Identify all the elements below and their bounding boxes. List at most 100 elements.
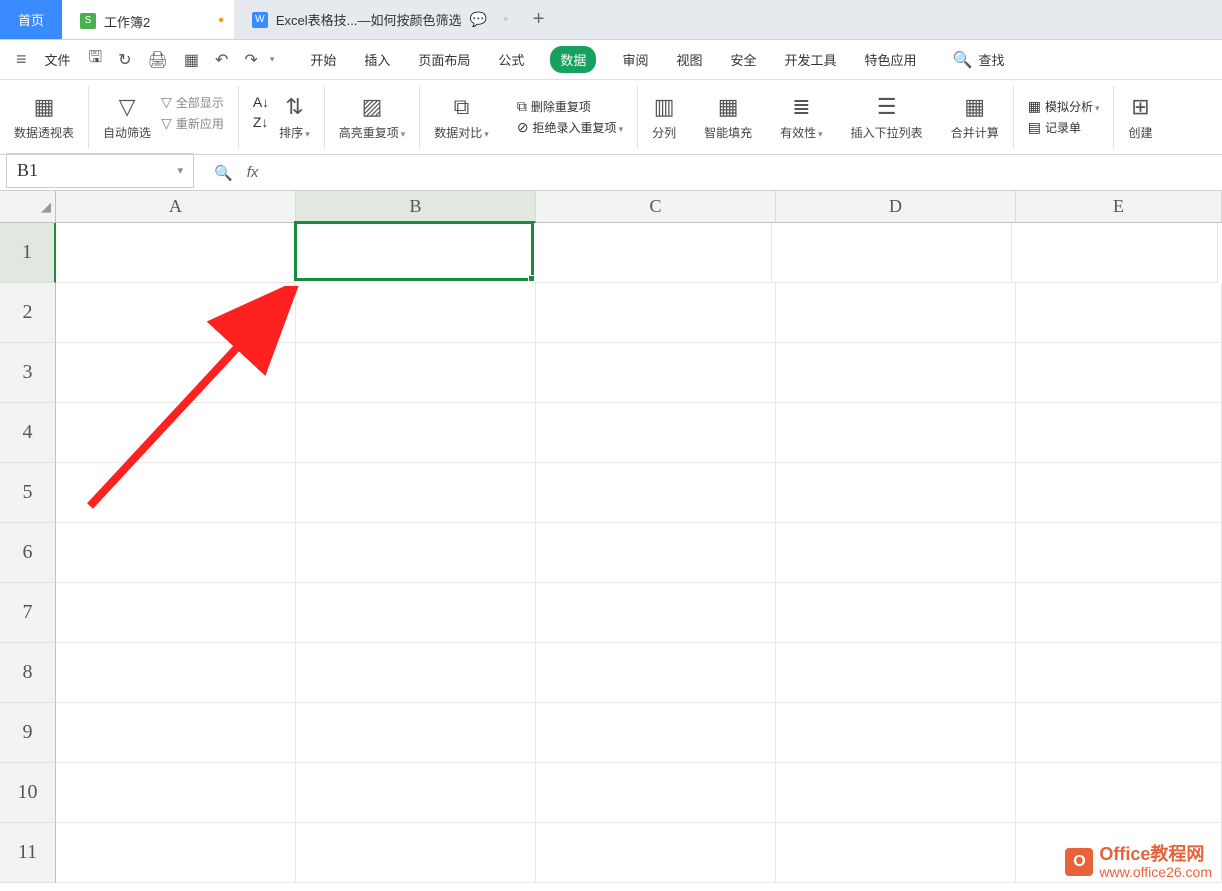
reject-dup-button[interactable]: ⊘ 拒绝录入重复项▾ [517, 119, 623, 136]
cell-C3[interactable] [536, 343, 776, 403]
row-header-4[interactable]: 4 [0, 403, 56, 463]
pivot-button[interactable]: ▦ 数据透视表 [14, 94, 74, 141]
record-button[interactable]: ▤ 记录单 [1028, 119, 1100, 136]
menu-tab-dev[interactable]: 开发工具 [782, 46, 838, 73]
sort-button[interactable]: ⇅ 排序▾ [279, 94, 310, 141]
cell-D3[interactable] [776, 343, 1016, 403]
consolidate-button[interactable]: ▦ 合并计算 [951, 94, 999, 141]
cell-A3[interactable] [56, 343, 296, 403]
cell-B4[interactable] [296, 403, 536, 463]
cell-E8[interactable] [1016, 643, 1222, 703]
create-button[interactable]: ⊞ 创建 [1128, 94, 1152, 141]
menu-tab-review[interactable]: 审阅 [620, 46, 650, 73]
cell-B6[interactable] [296, 523, 536, 583]
cell-E10[interactable] [1016, 763, 1222, 823]
redo-icon[interactable]: ↷ [238, 50, 263, 70]
tab-workbook[interactable]: S 工作簿2 • [62, 0, 234, 39]
print-icon[interactable]: 🖨 [142, 50, 174, 70]
menu-tab-special[interactable]: 特色应用 [863, 46, 919, 73]
cell-C1[interactable] [532, 223, 772, 283]
fx-icon[interactable]: fx [247, 164, 259, 182]
cell-A11[interactable] [56, 823, 296, 883]
row-header-1[interactable]: 1 [0, 223, 56, 283]
tab-home[interactable]: 首页 [0, 0, 62, 39]
cell-E3[interactable] [1016, 343, 1222, 403]
cell-D4[interactable] [776, 403, 1016, 463]
cell-C4[interactable] [536, 403, 776, 463]
row-header-9[interactable]: 9 [0, 703, 56, 763]
tab-web[interactable]: W Excel表格技...—如何按颜色筛选 💬 • [234, 0, 519, 39]
simulate-button[interactable]: ▦ 模拟分析▾ [1028, 98, 1100, 115]
compare-button[interactable]: ⧉ 数据对比▾ [434, 94, 489, 141]
formula-input[interactable] [272, 155, 1222, 190]
dropdown-button[interactable]: ☰ 插入下拉列表 [851, 94, 923, 141]
split-button[interactable]: ▥ 分列 [652, 94, 676, 141]
cell-A8[interactable] [56, 643, 296, 703]
cell-D11[interactable] [776, 823, 1016, 883]
cell-B10[interactable] [296, 763, 536, 823]
row-header-8[interactable]: 8 [0, 643, 56, 703]
row-header-10[interactable]: 10 [0, 763, 56, 823]
row-header-6[interactable]: 6 [0, 523, 56, 583]
menu-tab-start[interactable]: 开始 [308, 46, 338, 73]
highlight-button[interactable]: ▨ 高亮重复项▾ [339, 94, 406, 141]
undo-icon[interactable]: ↶ [209, 50, 234, 70]
validity-button[interactable]: ≣ 有效性▾ [780, 94, 823, 141]
cell-C7[interactable] [536, 583, 776, 643]
menu-tab-insert[interactable]: 插入 [362, 46, 392, 73]
quick-dropdown-icon[interactable]: ▾ [270, 54, 275, 65]
show-all-button[interactable]: ▽ 全部显示 [161, 94, 224, 111]
cell-C6[interactable] [536, 523, 776, 583]
cell-C11[interactable] [536, 823, 776, 883]
cell-A6[interactable] [56, 523, 296, 583]
hamburger-icon[interactable]: ≡ [10, 49, 33, 70]
cell-A5[interactable] [56, 463, 296, 523]
cell-B5[interactable] [296, 463, 536, 523]
cell-A10[interactable] [56, 763, 296, 823]
fill-handle[interactable] [528, 275, 535, 282]
cell-A1[interactable] [56, 223, 296, 283]
cell-D7[interactable] [776, 583, 1016, 643]
cell-E4[interactable] [1016, 403, 1222, 463]
cell-D5[interactable] [776, 463, 1016, 523]
col-header-E[interactable]: E [1016, 191, 1222, 223]
select-all-corner[interactable]: ◢ [0, 191, 56, 223]
cell-A7[interactable] [56, 583, 296, 643]
cell-D1[interactable] [772, 223, 1012, 283]
row-header-5[interactable]: 5 [0, 463, 56, 523]
row-header-11[interactable]: 11 [0, 823, 56, 883]
add-tab-button[interactable]: + [519, 8, 559, 31]
col-header-A[interactable]: A [56, 191, 296, 223]
cell-C5[interactable] [536, 463, 776, 523]
search-box[interactable]: 🔍 查找 [953, 50, 1005, 70]
menu-tab-formula[interactable]: 公式 [496, 46, 526, 73]
share-icon[interactable]: ↻ [112, 50, 137, 70]
cell-A4[interactable] [56, 403, 296, 463]
col-header-B[interactable]: B [296, 191, 536, 223]
cell-E1[interactable] [1012, 223, 1218, 283]
row-header-7[interactable]: 7 [0, 583, 56, 643]
name-box-dropdown-icon[interactable]: ▾ [177, 164, 183, 177]
cell-C8[interactable] [536, 643, 776, 703]
cell-B2[interactable] [296, 283, 536, 343]
menu-tab-view[interactable]: 视图 [674, 46, 704, 73]
filter-button[interactable]: ▽ 自动筛选 [103, 94, 151, 141]
cell-D10[interactable] [776, 763, 1016, 823]
save-icon[interactable]: 🖫 [83, 46, 109, 73]
cell-B3[interactable] [296, 343, 536, 403]
col-header-C[interactable]: C [536, 191, 776, 223]
cell-D8[interactable] [776, 643, 1016, 703]
cell-D6[interactable] [776, 523, 1016, 583]
cell-E2[interactable] [1016, 283, 1222, 343]
reapply-button[interactable]: ▽ 重新应用 [161, 115, 224, 132]
menu-tab-data[interactable]: 数据 [550, 46, 596, 73]
cell-A9[interactable] [56, 703, 296, 763]
fill-button[interactable]: ▦ 智能填充 [704, 94, 752, 141]
cell-B11[interactable] [296, 823, 536, 883]
cell-D9[interactable] [776, 703, 1016, 763]
cell-D2[interactable] [776, 283, 1016, 343]
cell-E7[interactable] [1016, 583, 1222, 643]
sort-asc-icon[interactable]: A↓ [253, 94, 269, 110]
remove-dup-button[interactable]: ⧉ 删除重复项 [517, 98, 623, 115]
menu-tab-layout[interactable]: 页面布局 [416, 46, 472, 73]
